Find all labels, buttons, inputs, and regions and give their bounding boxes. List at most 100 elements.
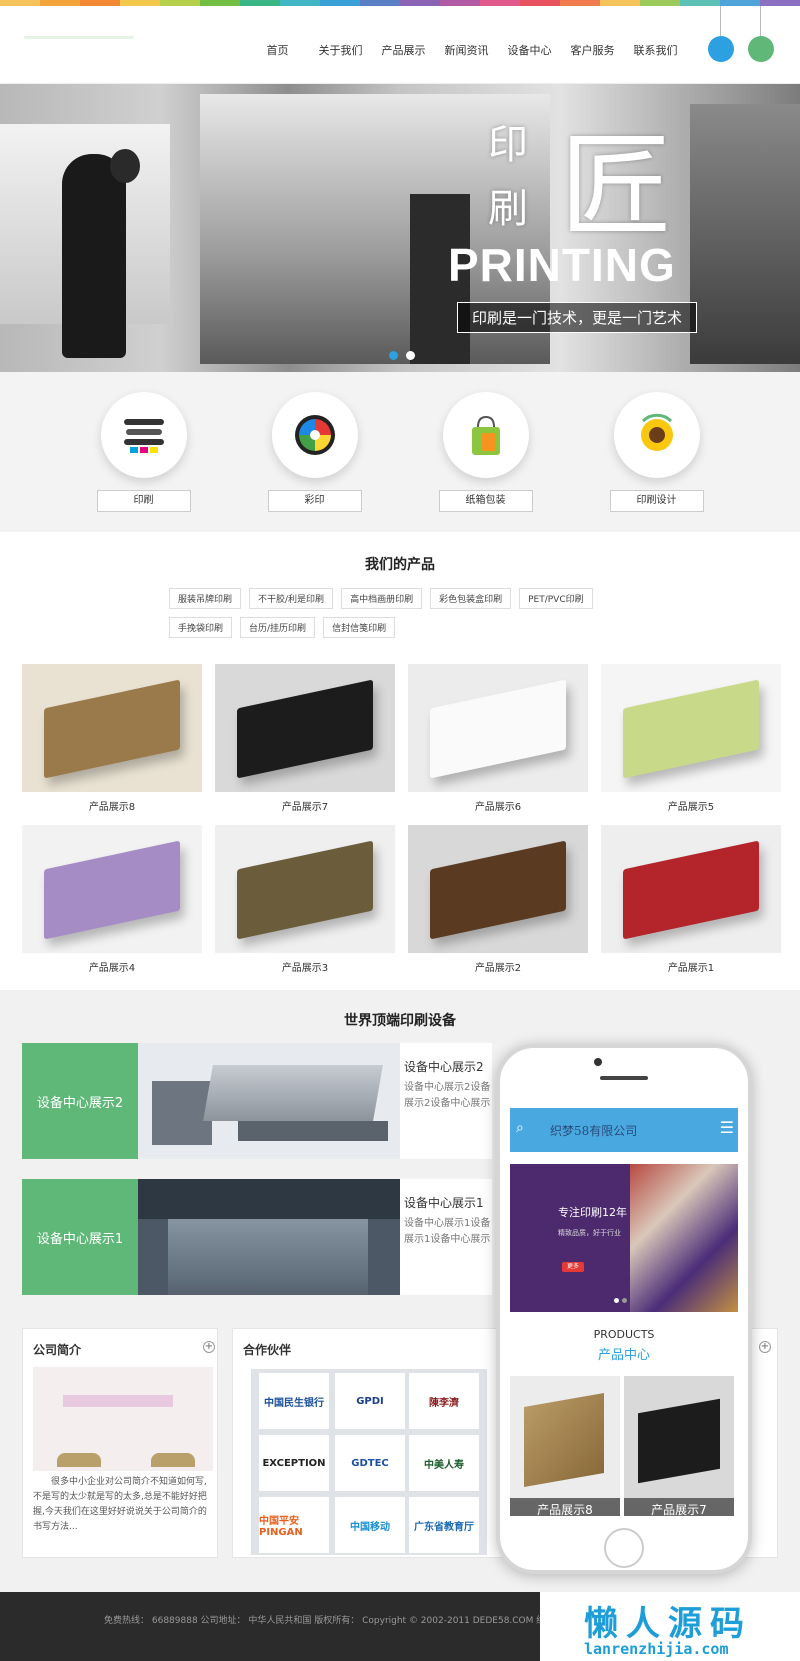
nav-products[interactable]: 产品展示 — [372, 42, 435, 58]
partner-logo[interactable]: 中国移动 — [335, 1497, 405, 1553]
equipment-title-text[interactable]: 设备中心展示1 — [404, 1194, 484, 1211]
product-image[interactable] — [22, 664, 202, 792]
partner-logo[interactable]: GDTEC — [335, 1435, 405, 1491]
product-label[interactable]: 产品展示1 — [601, 959, 781, 974]
nav-news[interactable]: 新闻资讯 — [435, 42, 498, 58]
equipment-label: 设备中心展示1 — [22, 1179, 138, 1295]
product-image[interactable] — [408, 825, 588, 953]
service-label[interactable]: 印刷 — [96, 490, 191, 512]
watermark: 懒人源码 lanrenzhijia.com — [540, 1592, 800, 1661]
phone-screen: ⌕ 织梦58有限公司 ☰ 专注印刷12年 精致品质，好于行业 更多 PRODUC… — [510, 1108, 738, 1516]
product-grid: 产品展示8 产品展示7 产品展示6 产品展示5 产品展示4 产品展示3 产品展示2 产品展示1 — [22, 664, 800, 974]
banner-english-title: PRINTING — [448, 239, 676, 291]
product-image[interactable] — [408, 664, 588, 792]
search-icon[interactable]: ⌕ — [516, 1120, 524, 1136]
products-section: 我们的产品 服装吊牌印刷 不干胶/利是印刷 高中档画册印刷 彩色包装盒印刷 PE… — [0, 532, 800, 990]
product-image[interactable] — [601, 825, 781, 953]
product-image[interactable] — [22, 825, 202, 953]
product-card[interactable]: 产品展示2 — [408, 825, 588, 974]
product-image[interactable] — [215, 825, 395, 953]
mobile-product-card[interactable]: 产品展示7 — [624, 1376, 734, 1516]
category-tag[interactable]: 高中档画册印刷 — [341, 588, 423, 609]
equipment-label: 设备中心展示2 — [22, 1043, 138, 1159]
product-box-shape — [44, 840, 180, 940]
partner-logo-grid: 中国民生银行 GPDI 陳李濟 EXCEPTION GDTEC 中美人寿中国平安 PING… — [251, 1369, 487, 1555]
slider-dot-1[interactable] — [389, 351, 398, 360]
category-tag[interactable]: PET/PVC印刷 — [519, 588, 593, 609]
service-color-print[interactable]: 彩印 — [265, 392, 365, 532]
category-tag[interactable]: 服装吊牌印刷 — [169, 588, 242, 609]
nav-about[interactable]: 关于我们 — [309, 42, 372, 58]
main-nav: 首页 关于我们 产品展示 新闻资讯 设备中心 客户服务 联系我们 — [246, 42, 687, 58]
category-tag[interactable]: 手挽袋印刷 — [169, 617, 233, 638]
product-label[interactable]: 产品展示4 — [22, 959, 202, 974]
equipment-desc: 设备中心展示1设备 — [404, 1218, 491, 1229]
product-card[interactable]: 产品展示1 — [601, 825, 781, 974]
product-label[interactable]: 产品展示8 — [22, 798, 202, 813]
product-label[interactable]: 产品展示3 — [215, 959, 395, 974]
logo[interactable] — [24, 30, 134, 46]
service-label[interactable]: 纸箱包装 — [438, 490, 533, 512]
mobile-banner-button[interactable]: 更多 — [562, 1262, 584, 1272]
worker-head — [110, 149, 140, 183]
mobile-product-label: 产品展示8 — [510, 1498, 620, 1516]
category-tag[interactable]: 信封信笺印刷 — [323, 617, 396, 638]
calligraphy-yin: 印 — [488, 122, 528, 168]
more-icon[interactable]: + — [203, 1341, 215, 1353]
product-box-shape — [623, 679, 759, 779]
nav-equipment[interactable]: 设备中心 — [498, 42, 561, 58]
product-label[interactable]: 产品展示6 — [408, 798, 588, 813]
worker-silhouette — [62, 154, 126, 358]
menu-icon[interactable]: ☰ — [720, 1118, 734, 1137]
equipment-desc: 展示1设备中心展示 — [404, 1234, 491, 1245]
partner-logo[interactable]: 中美人寿 — [409, 1435, 479, 1491]
product-label[interactable]: 产品展示7 — [215, 798, 395, 813]
category-tag[interactable]: 台历/挂历印刷 — [240, 617, 316, 638]
product-card[interactable]: 产品展示8 — [22, 664, 202, 813]
partner-logo[interactable]: 中国平安 PINGAN — [259, 1497, 329, 1553]
nav-service[interactable]: 客户服务 — [561, 42, 624, 58]
product-card[interactable]: 产品展示5 — [601, 664, 781, 813]
equipment-title-text[interactable]: 设备中心展示2 — [404, 1058, 484, 1075]
partner-logo[interactable]: GPDI — [335, 1373, 405, 1429]
category-tag[interactable]: 彩色包装盒印刷 — [430, 588, 512, 609]
mobile-header: ⌕ 织梦58有限公司 ☰ — [510, 1108, 738, 1152]
product-label[interactable]: 产品展示5 — [601, 798, 781, 813]
product-category-tags: 服装吊牌印刷 不干胶/利是印刷 高中档画册印刷 彩色包装盒印刷 PET/PVC印… — [169, 588, 639, 638]
service-print-design[interactable]: 印刷设计 — [607, 392, 707, 532]
service-label[interactable]: 彩印 — [267, 490, 362, 512]
product-image[interactable] — [215, 664, 395, 792]
sunflower-icon — [613, 392, 700, 478]
product-card[interactable]: 产品展示4 — [22, 825, 202, 974]
slider-dot-2[interactable] — [406, 351, 415, 360]
service-label[interactable]: 印刷设计 — [609, 490, 704, 512]
product-card[interactable]: 产品展示3 — [215, 825, 395, 974]
mobile-product-card[interactable]: 产品展示8 — [510, 1376, 620, 1516]
calligraphy-jiang: 匠 — [560, 122, 672, 252]
partner-logo[interactable]: EXCEPTION — [259, 1435, 329, 1491]
mobile-slider-dot[interactable] — [614, 1298, 619, 1303]
more-icon[interactable]: + — [759, 1341, 771, 1353]
service-printing[interactable]: 印刷 — [94, 392, 194, 532]
partner-logo[interactable]: 陳李濟 — [409, 1373, 479, 1429]
product-card[interactable]: 产品展示7 — [215, 664, 395, 813]
about-panel: 公司简介 + 很多中小企业对公司简介不知道如何写,不是写的太少就是写的太多,总是… — [22, 1328, 218, 1558]
products-title: 我们的产品 — [365, 557, 435, 573]
partner-logo[interactable]: 广东省教育厅 — [409, 1497, 479, 1553]
green-ball-ornament — [748, 6, 774, 62]
partner-logo[interactable]: 中国民生银行 — [259, 1373, 329, 1429]
services-row: 印刷 彩印 纸箱包装 印刷设计 — [0, 372, 800, 532]
nav-contact[interactable]: 联系我们 — [624, 42, 687, 58]
product-card[interactable]: 产品展示6 — [408, 664, 588, 813]
product-box-shape — [237, 840, 373, 940]
about-title: 公司简介 — [33, 1343, 82, 1357]
service-carton-packaging[interactable]: 纸箱包装 — [436, 392, 536, 532]
category-tag[interactable]: 不干胶/利是印刷 — [249, 588, 334, 609]
product-image[interactable] — [601, 664, 781, 792]
watermark-en: lanrenzhijia.com — [584, 1640, 729, 1658]
nav-home[interactable]: 首页 — [246, 42, 309, 58]
mobile-slider-dot[interactable] — [622, 1298, 627, 1303]
product-label[interactable]: 产品展示2 — [408, 959, 588, 974]
phone-speaker — [600, 1076, 648, 1080]
equipment-image — [138, 1043, 400, 1159]
